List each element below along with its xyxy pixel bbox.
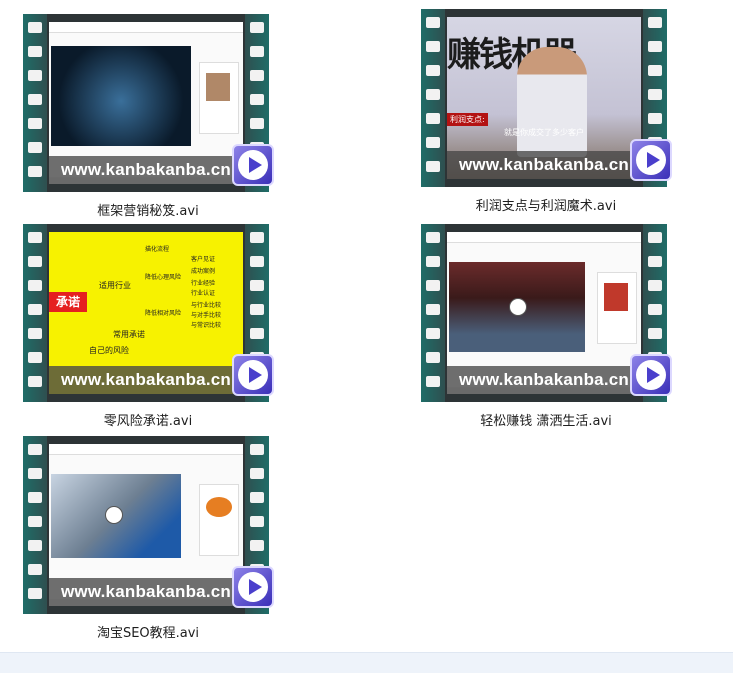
sprocket-hole	[28, 540, 42, 551]
slide-label: 利润支点:	[447, 113, 488, 126]
sprocket-hole	[426, 41, 440, 52]
video-thumbnail[interactable]: www.kanbakanba.cn	[23, 436, 274, 616]
sprocket-hole	[648, 113, 662, 124]
play-icon[interactable]	[232, 566, 274, 608]
sprocket-hole	[28, 22, 42, 33]
sprocket-hole	[250, 118, 264, 129]
file-item-4[interactable]: www.kanbakanba.cn 轻松赚钱 潇洒生活.avi	[421, 224, 672, 429]
thumbnail-screen: www.kanbakanba.cn	[49, 444, 243, 606]
subtitle: 就是你成交了多少客户	[504, 128, 584, 137]
sprocket-hole	[426, 65, 440, 76]
sprocket-hole	[648, 89, 662, 100]
thumbnail-screen: www.kanbakanba.cn	[49, 22, 243, 184]
sprocket-hole	[426, 256, 440, 267]
sprocket-hole	[28, 444, 42, 455]
file-item-3[interactable]: 承诺 适用行业 常用承诺 自己的风险 描化流程 降低心理风险 降低相对风险 客户…	[23, 224, 274, 429]
sprocket-hole	[28, 328, 42, 339]
sprocket-hole	[426, 137, 440, 148]
thumbnail-screen: 承诺 适用行业 常用承诺 自己的风险 描化流程 降低心理风险 降低相对风险 客户…	[49, 232, 243, 394]
sprocket-hole	[250, 492, 264, 503]
sprocket-hole	[250, 304, 264, 315]
sprocket-hole	[28, 166, 42, 177]
sprocket-hole	[250, 22, 264, 33]
file-name[interactable]: 轻松赚钱 潇洒生活.avi	[421, 410, 671, 429]
sprocket-hole	[426, 161, 440, 172]
sprocket-hole	[250, 468, 264, 479]
sprocket-hole	[250, 328, 264, 339]
sprocket-hole	[28, 304, 42, 315]
sprocket-hole	[28, 142, 42, 153]
file-item-5[interactable]: www.kanbakanba.cn 淘宝SEO教程.avi	[23, 436, 274, 641]
sprocket-hole	[28, 118, 42, 129]
file-item-2[interactable]: 赚钱机器 利润支点: 就是你成交了多少客户 www.kanbakanba.cn …	[421, 9, 672, 214]
watermark: www.kanbakanba.cn	[49, 156, 243, 184]
thumbnail-screen: www.kanbakanba.cn	[447, 232, 641, 394]
status-bar	[0, 652, 733, 673]
play-icon[interactable]	[232, 144, 274, 186]
sprocket-hole	[28, 352, 42, 363]
video-thumbnail[interactable]: www.kanbakanba.cn	[23, 14, 274, 194]
sprocket-hole	[250, 444, 264, 455]
sprocket-hole	[28, 256, 42, 267]
sprocket-hole	[648, 17, 662, 28]
sprocket-hole	[426, 232, 440, 243]
file-name[interactable]: 框架营销秘笈.avi	[23, 200, 273, 219]
sprocket-hole	[250, 94, 264, 105]
speaker	[517, 47, 587, 157]
watermark: www.kanbakanba.cn	[447, 366, 641, 394]
sprocket-hole	[28, 280, 42, 291]
sprocket-hole	[250, 280, 264, 291]
sprocket-hole	[426, 376, 440, 387]
sprocket-hole	[426, 328, 440, 339]
sprocket-hole	[28, 70, 42, 81]
sprocket-hole	[250, 46, 264, 57]
sprocket-hole	[426, 304, 440, 315]
video-thumbnail[interactable]: 赚钱机器 利润支点: 就是你成交了多少客户 www.kanbakanba.cn	[421, 9, 672, 189]
sprocket-hole	[28, 516, 42, 527]
sprocket-hole	[28, 564, 42, 575]
sprocket-hole	[426, 89, 440, 100]
sprocket-hole	[648, 328, 662, 339]
sprocket-hole	[426, 280, 440, 291]
sprocket-hole	[28, 94, 42, 105]
video-thumbnail[interactable]: www.kanbakanba.cn	[421, 224, 672, 404]
sprocket-hole	[28, 468, 42, 479]
file-name[interactable]: 利润支点与利润魔术.avi	[421, 195, 671, 214]
play-icon[interactable]	[630, 139, 672, 181]
sprocket-hole	[28, 492, 42, 503]
sprocket-hole	[28, 376, 42, 387]
sprocket-hole	[648, 65, 662, 76]
watermark: www.kanbakanba.cn	[49, 578, 243, 606]
sprocket-hole	[648, 304, 662, 315]
sprocket-hole	[250, 232, 264, 243]
sprocket-hole	[426, 113, 440, 124]
file-item-1[interactable]: www.kanbakanba.cn 框架营销秘笈.avi	[23, 14, 274, 219]
sprocket-hole	[28, 588, 42, 599]
sprocket-hole	[426, 17, 440, 28]
sprocket-hole	[28, 232, 42, 243]
sprocket-hole	[250, 70, 264, 81]
file-name[interactable]: 零风险承诺.avi	[23, 410, 273, 429]
sprocket-hole	[250, 256, 264, 267]
sprocket-hole	[648, 232, 662, 243]
watermark: www.kanbakanba.cn	[49, 366, 243, 394]
sprocket-hole	[426, 352, 440, 363]
sprocket-hole	[28, 46, 42, 57]
sprocket-hole	[648, 41, 662, 52]
file-name[interactable]: 淘宝SEO教程.avi	[23, 622, 273, 641]
thumbnail-screen: 赚钱机器 利润支点: 就是你成交了多少客户 www.kanbakanba.cn	[447, 17, 641, 179]
play-icon[interactable]	[630, 354, 672, 396]
video-thumbnail[interactable]: 承诺 适用行业 常用承诺 自己的风险 描化流程 降低心理风险 降低相对风险 客户…	[23, 224, 274, 404]
sprocket-hole	[250, 516, 264, 527]
sprocket-hole	[648, 256, 662, 267]
sprocket-hole	[648, 280, 662, 291]
play-icon[interactable]	[232, 354, 274, 396]
watermark: www.kanbakanba.cn	[447, 151, 641, 179]
map-center: 承诺	[49, 292, 87, 312]
sprocket-hole	[250, 540, 264, 551]
